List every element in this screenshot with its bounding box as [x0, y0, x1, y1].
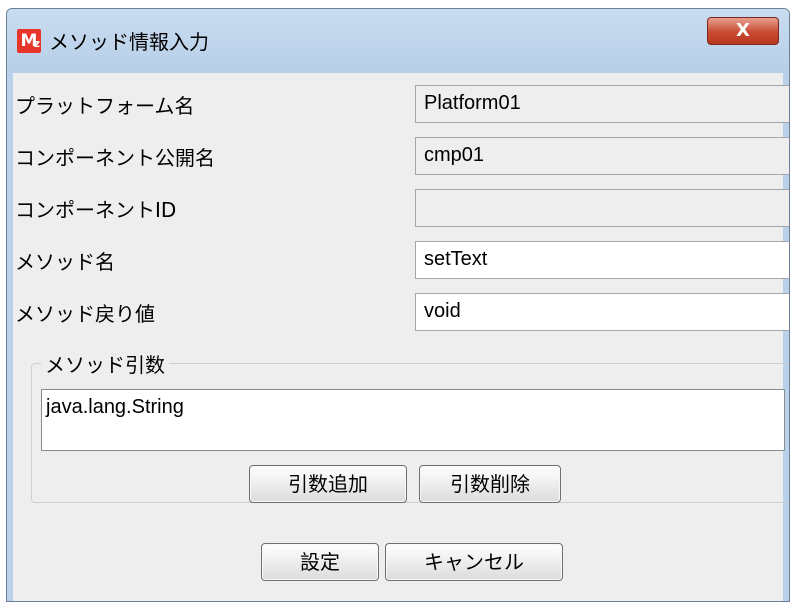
- component-public-name-label: コンポーネント公開名: [15, 146, 215, 170]
- method-name-input[interactable]: setText: [415, 241, 789, 279]
- platform-name-field: Platform01: [415, 85, 789, 123]
- title-bar[interactable]: Mz メソッド情報入力 X: [7, 9, 789, 73]
- method-info-dialog: Mz メソッド情報入力 X プラットフォーム名 Platform01 コンポーネ…: [6, 8, 790, 602]
- component-public-name-field: cmp01: [415, 137, 789, 175]
- component-public-name-row: コンポーネント公開名 cmp01: [13, 133, 789, 177]
- window-title: メソッド情報入力: [49, 30, 209, 54]
- platform-name-label: プラットフォーム名: [15, 94, 195, 118]
- delete-argument-button[interactable]: 引数削除: [419, 465, 561, 503]
- cancel-button[interactable]: キャンセル: [385, 543, 563, 581]
- method-arguments-legend: メソッド引数: [41, 349, 169, 378]
- component-id-field: [415, 189, 789, 227]
- platform-name-row: プラットフォーム名 Platform01: [13, 81, 789, 125]
- dialog-body: プラットフォーム名 Platform01 コンポーネント公開名 cmp01 コン…: [13, 73, 789, 601]
- add-argument-button[interactable]: 引数追加: [249, 465, 407, 503]
- method-return-label: メソッド戻り値: [15, 302, 155, 326]
- component-id-label: コンポーネントID: [15, 198, 177, 222]
- list-item[interactable]: java.lang.String: [46, 396, 184, 419]
- method-return-row: メソッド戻り値 void: [13, 289, 789, 333]
- method-arguments-list[interactable]: java.lang.String: [41, 389, 785, 451]
- method-return-input[interactable]: void: [415, 293, 789, 331]
- close-button[interactable]: X: [707, 17, 779, 45]
- method-name-row: メソッド名 setText: [13, 237, 789, 281]
- component-id-row: コンポーネントID: [13, 185, 789, 229]
- app-icon: Mz: [17, 29, 41, 53]
- method-name-label: メソッド名: [15, 250, 115, 274]
- ok-button[interactable]: 設定: [261, 543, 379, 581]
